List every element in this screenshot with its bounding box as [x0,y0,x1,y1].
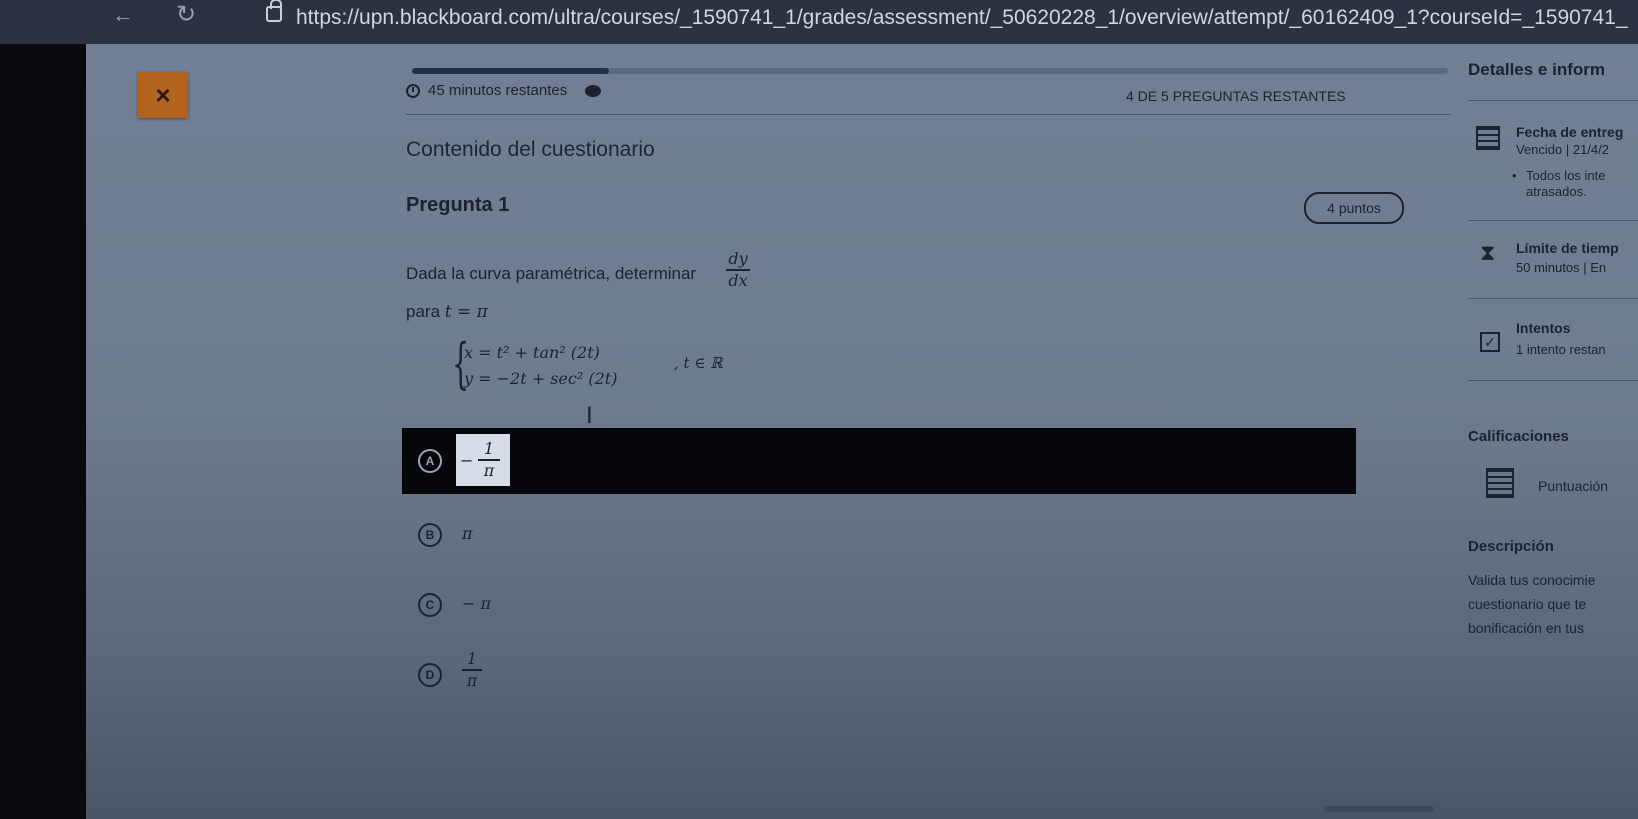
time-limit-label: Límite de tiemp [1516,240,1619,256]
divider [1468,298,1638,299]
derivative-fraction: dy dx [726,250,750,290]
option-letter: D [418,663,442,687]
back-arrow-icon[interactable]: ← [112,2,134,28]
answer-fraction: 1 π [478,440,500,480]
time-limit-value: 50 minutos | En [1516,260,1607,275]
question-title: Pregunta 1 [406,194,510,216]
divider [406,114,1451,115]
answer-option-c[interactable]: C − π [402,572,1356,638]
details-sidebar: Detalles e inform Fecha de entreg Vencid… [1468,44,1638,819]
answer-math: π [462,524,473,543]
question-prompt: Dada la curva paramétrica, determinar [406,264,697,283]
option-letter: A [418,449,442,473]
hide-timer-icon[interactable] [585,84,602,97]
equation-y: y = −2t + sec² (2t) [464,369,618,388]
attempts-label: Intentos [1516,320,1571,336]
fraction-numerator: 1 [466,649,478,668]
domain-note: , t ∈ ℝ [674,354,723,372]
option-letter: B [418,523,442,547]
score-icon [1486,468,1514,498]
clock-icon [406,83,420,98]
score-label: Puntuación [1538,478,1609,494]
for-label: para [406,302,441,321]
text-cursor-icon: I [586,402,593,429]
equation-x: x = t² + tan² (2t) [464,343,600,362]
description-line: Valida tus conocimie [1468,572,1596,588]
remaining-questions: 4 DE 5 PREGUNTAS RESTANTES [1126,88,1346,104]
description-line: bonificación en tus [1468,620,1584,636]
fraction-numerator: 1 [483,439,495,458]
fraction-numerator: dy [728,249,748,268]
due-bullet: Todos los inte [1512,168,1605,183]
points-badge: 4 puntos [1304,192,1404,224]
divider [1468,380,1638,381]
attempts-value: 1 intento restan [1516,342,1606,357]
answer-fraction: 1 π [462,650,482,690]
fraction-denominator: dx [728,270,748,290]
section-title: Contenido del cuestionario [406,138,655,161]
checkbox-icon: ✓ [1480,332,1500,352]
description-heading: Descripción [1468,538,1554,555]
answer-option-d[interactable]: D 1 π [402,642,1356,708]
close-button[interactable]: × [138,72,188,118]
option-letter: C [418,593,442,617]
due-date-label: Fecha de entreg [1516,124,1624,140]
fraction-denominator: π [483,460,495,480]
left-dark-margin [0,44,86,819]
timer-text: 45 minutos restantes [428,82,568,99]
sidebar-title: Detalles e inform [1468,60,1605,79]
address-bar[interactable]: https://upn.blackboard.com/ultra/courses… [296,6,1636,30]
answer-option-b[interactable]: B π [402,502,1356,568]
answer-math: − π [462,594,492,613]
browser-toolbar: ← ↻ https://upn.blackboard.com/ultra/cou… [0,0,1638,44]
lock-icon[interactable] [266,0,282,22]
reload-icon[interactable]: ↻ [176,0,196,29]
minus-sign: − [460,451,474,470]
timer: 45 minutos restantes [406,82,602,99]
progress-bar [412,68,1448,74]
evaluation-point: para t = π [406,302,488,322]
fraction-denominator: π [466,670,478,690]
t-value: t = π [444,302,488,322]
divider [1468,100,1638,101]
description-line: cuestionario que te [1468,596,1587,612]
divider [1468,220,1638,221]
due-date-value: Vencido | 21/4/2 [1516,142,1610,157]
assessment-page: × 45 minutos restantes 4 DE 5 PREGUNTAS … [86,44,1638,819]
answer-option-a[interactable]: A − 1 π [402,428,1356,494]
due-bullet-continued: atrasados. [1526,184,1587,199]
scroll-handle[interactable] [1324,806,1434,812]
calendar-icon [1476,126,1500,150]
answer-math: − 1 π [456,434,510,486]
progress-fill [412,68,609,74]
hourglass-icon: ⧗ [1480,240,1496,265]
grades-heading: Calificaciones [1468,428,1569,445]
